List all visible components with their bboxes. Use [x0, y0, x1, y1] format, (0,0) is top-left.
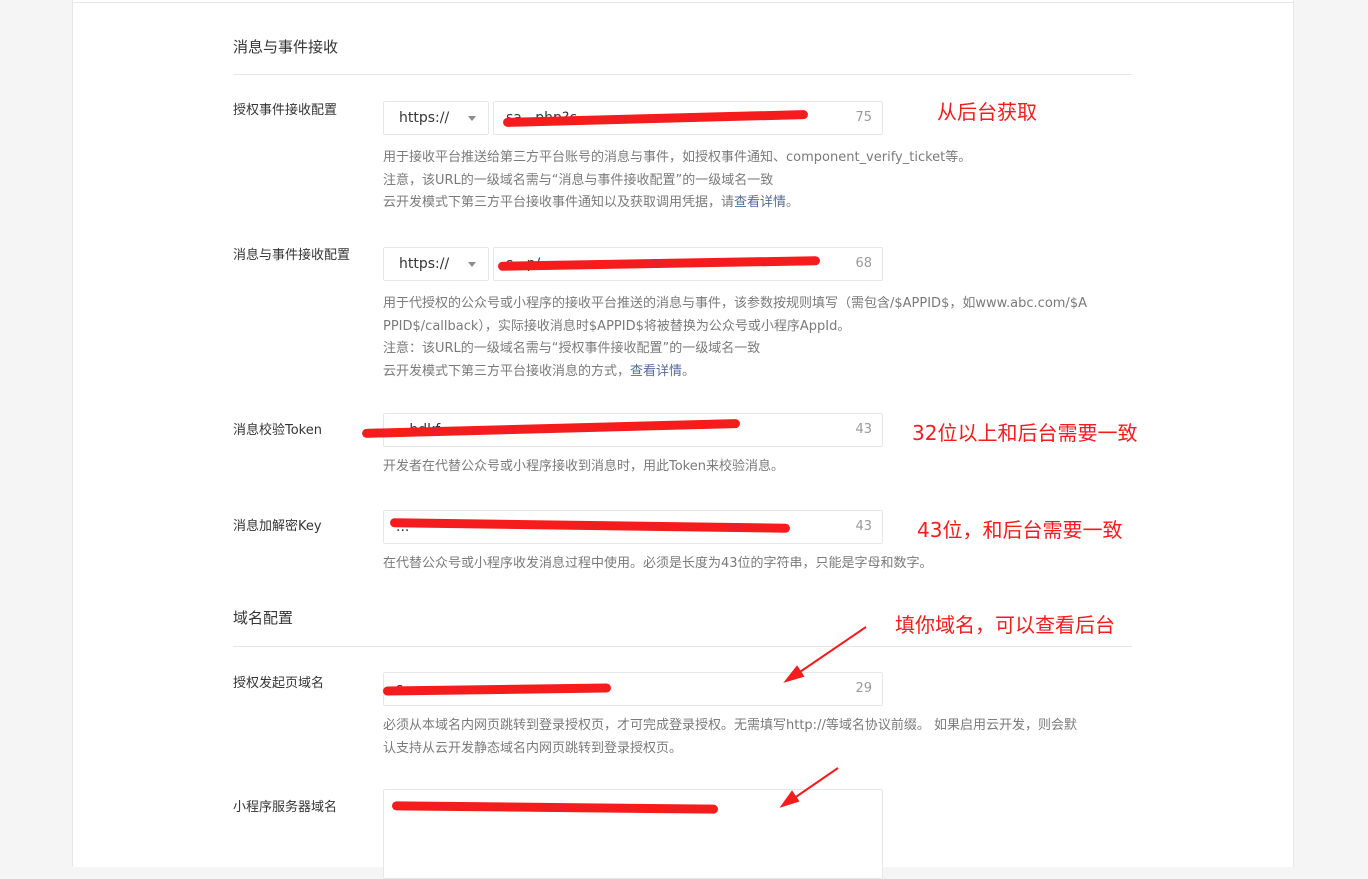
arrow-icon: [789, 767, 839, 802]
arrow-head-icon: [779, 790, 800, 808]
annotation-arrows: [779, 626, 867, 808]
arrow-head-icon: [783, 665, 805, 683]
arrow-icon: [793, 626, 867, 677]
